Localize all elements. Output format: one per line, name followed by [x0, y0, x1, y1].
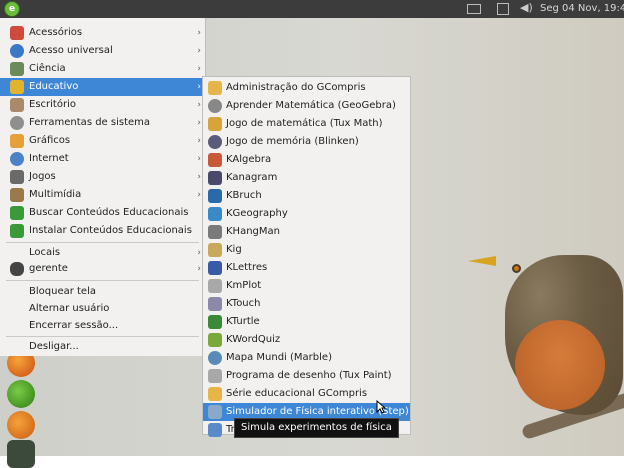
submenu-item-ktouch[interactable]: KTouch — [203, 295, 410, 313]
submenu-item-geogebra[interactable]: Aprender Matemática (GeoGebra) — [203, 97, 410, 115]
menu-separator — [6, 280, 199, 281]
edu-content-icon — [10, 224, 24, 238]
tuxmath-icon — [208, 117, 222, 131]
clock[interactable]: Seg 04 Nov, 19:45 — [540, 3, 624, 14]
menu-item-educativo[interactable]: Educativo › — [0, 78, 205, 96]
submenu-item-klettres[interactable]: KLettres — [203, 259, 410, 277]
notes-icon[interactable] — [497, 3, 509, 15]
chevron-right-icon: › — [197, 190, 201, 200]
accessibility-icon — [10, 44, 24, 58]
menu-item-multimidia[interactable]: Multimídia › — [0, 186, 205, 204]
system-tools-icon — [10, 116, 24, 130]
klettres-icon — [208, 261, 222, 275]
menu-item-instalar-conteudos[interactable]: Instalar Conteúdos Educacionais — [0, 222, 205, 240]
dock-terminal-icon[interactable] — [7, 440, 35, 468]
chevron-right-icon: › — [197, 136, 201, 146]
tooltip: Simula experimentos de física — [234, 418, 399, 438]
submenu-item-gcompris-admin[interactable]: Administração do GCompris — [203, 79, 410, 97]
volume-icon[interactable]: ◀) — [520, 1, 533, 15]
menu-item-encerrar-sessao[interactable]: Encerrar sessão... — [0, 317, 205, 335]
kwordquiz-icon — [208, 333, 222, 347]
kturtle-icon — [208, 315, 222, 329]
top-panel: e ◀) Seg 04 Nov, 19:45 — [0, 0, 624, 18]
mail-icon[interactable] — [467, 4, 481, 14]
app-icon — [208, 423, 222, 437]
chevron-right-icon: › — [197, 28, 201, 38]
marble-globe-icon — [208, 351, 222, 365]
submenu-item-kturtle[interactable]: KTurtle — [203, 313, 410, 331]
chat-icon — [10, 262, 24, 276]
wallpaper-bird-chest — [515, 320, 605, 410]
geogebra-icon — [208, 99, 222, 113]
kalgebra-icon — [208, 153, 222, 167]
submenu-item-kalgebra[interactable]: KAlgebra — [203, 151, 410, 169]
menu-item-bloquear-tela[interactable]: Bloquear tela — [0, 283, 205, 301]
mouse-cursor-icon — [376, 400, 386, 414]
education-icon — [10, 80, 24, 94]
submenu-item-blinken[interactable]: Jogo de memória (Blinken) — [203, 133, 410, 151]
kbruch-icon — [208, 189, 222, 203]
menu-item-escritorio[interactable]: Escritório › — [0, 96, 205, 114]
chevron-right-icon: › — [197, 264, 201, 274]
chevron-right-icon: › — [197, 100, 201, 110]
multimedia-icon — [10, 188, 24, 202]
menu-separator — [6, 242, 199, 243]
menu-item-ciencia[interactable]: Ciência › — [0, 60, 205, 78]
menu-item-buscar-conteudos[interactable]: Buscar Conteúdos Educacionais — [0, 204, 205, 222]
submenu-item-kig[interactable]: Kig — [203, 241, 410, 259]
wallpaper-bird-beak — [468, 256, 496, 266]
ktouch-icon — [208, 297, 222, 311]
menu-item-acesso-universal[interactable]: Acesso universal › — [0, 42, 205, 60]
kanagram-icon — [208, 171, 222, 185]
educativo-submenu: Administração do GCompris Aprender Matem… — [202, 76, 411, 437]
menu-item-alternar-usuario[interactable]: Alternar usuário — [0, 300, 205, 318]
office-icon — [10, 98, 24, 112]
accessories-icon — [10, 26, 24, 40]
submenu-item-kbruch[interactable]: KBruch — [203, 187, 410, 205]
chevron-right-icon: › — [197, 46, 201, 56]
submenu-item-kanagram[interactable]: Kanagram — [203, 169, 410, 187]
menu-item-graficos[interactable]: Gráficos › — [0, 132, 205, 150]
menu-item-ferramentas[interactable]: Ferramentas de sistema › — [0, 114, 205, 132]
menu-item-acessorios[interactable]: Acessórios › — [0, 24, 205, 42]
submenu-item-tuxmath[interactable]: Jogo de matemática (Tux Math) — [203, 115, 410, 133]
games-icon — [10, 170, 24, 184]
menu-item-internet[interactable]: Internet › — [0, 150, 205, 168]
chevron-right-icon: › — [197, 64, 201, 74]
submenu-item-kwordquiz[interactable]: KWordQuiz — [203, 331, 410, 349]
chevron-right-icon: › — [197, 118, 201, 128]
menu-item-jogos[interactable]: Jogos › — [0, 168, 205, 186]
kgeography-icon — [208, 207, 222, 221]
tuxpaint-icon — [208, 369, 222, 383]
submenu-item-khangman[interactable]: KHangMan — [203, 223, 410, 241]
blinken-icon — [208, 135, 222, 149]
wallpaper-bird-eye — [512, 264, 521, 273]
gcompris-admin-icon — [208, 81, 222, 95]
edu-content-icon — [10, 206, 24, 220]
step-icon — [208, 405, 222, 419]
app-menu-logo-icon[interactable]: e — [4, 1, 20, 17]
chevron-right-icon: › — [197, 172, 201, 182]
applications-menu: Acessórios › Acesso universal › Ciência … — [0, 18, 206, 356]
graphics-icon — [10, 134, 24, 148]
submenu-item-kmplot[interactable]: KmPlot — [203, 277, 410, 295]
internet-icon — [10, 152, 24, 166]
chevron-right-icon: › — [197, 82, 201, 92]
gcompris-icon — [208, 387, 222, 401]
submenu-item-marble[interactable]: Mapa Mundi (Marble) — [203, 349, 410, 367]
menu-item-desligar[interactable]: Desligar... — [0, 338, 205, 356]
submenu-item-kgeography[interactable]: KGeography — [203, 205, 410, 223]
submenu-item-tuxpaint[interactable]: Programa de desenho (Tux Paint) — [203, 367, 410, 385]
chevron-right-icon: › — [197, 154, 201, 164]
kmplot-icon — [208, 279, 222, 293]
kig-icon — [208, 243, 222, 257]
menu-separator — [6, 336, 199, 337]
khangman-icon — [208, 225, 222, 239]
dock-files-icon[interactable] — [7, 411, 35, 439]
science-icon — [10, 62, 24, 76]
dock-app-icon[interactable] — [7, 380, 35, 408]
menu-item-user[interactable]: gerente › — [0, 260, 205, 278]
